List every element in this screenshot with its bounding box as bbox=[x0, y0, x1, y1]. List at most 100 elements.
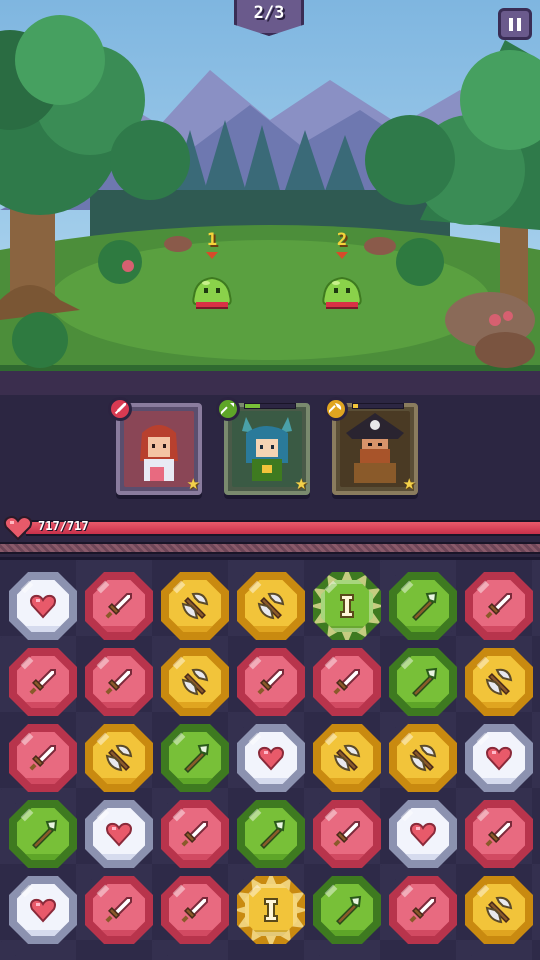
spear-icon bbox=[412, 667, 438, 697]
sword-gem[interactable] bbox=[313, 800, 381, 868]
sword-icon bbox=[105, 593, 132, 619]
star-icon: ★ bbox=[186, 475, 200, 493]
sword-icon bbox=[181, 821, 208, 847]
heart-gem[interactable] bbox=[237, 724, 305, 792]
sword-icon bbox=[105, 669, 132, 695]
sword-icon bbox=[105, 897, 132, 923]
sword-icon bbox=[485, 821, 512, 847]
hero-party: ★ ★ ★ bbox=[0, 395, 540, 515]
hero-card-spear[interactable]: ★ bbox=[216, 397, 310, 495]
shield-bar bbox=[0, 542, 540, 554]
spear-icon bbox=[412, 591, 438, 621]
heart-icon bbox=[486, 746, 512, 771]
axe-icon bbox=[324, 397, 348, 421]
player-health: 717/717 bbox=[0, 515, 540, 555]
sword-gem[interactable] bbox=[9, 648, 77, 716]
enemy-slime-1[interactable]: 1 bbox=[182, 230, 242, 316]
sword-icon bbox=[108, 397, 132, 421]
match3-board bbox=[0, 557, 540, 960]
sword-gem[interactable] bbox=[85, 648, 153, 716]
skill-charge-bar bbox=[352, 403, 404, 409]
skill-charge-bar bbox=[244, 403, 296, 409]
sword-icon bbox=[485, 593, 512, 619]
sword-gem[interactable] bbox=[9, 724, 77, 792]
sword-gem[interactable] bbox=[161, 876, 229, 944]
spear-gem[interactable] bbox=[237, 800, 305, 868]
axe-icon bbox=[333, 744, 361, 772]
enemy-hp-bar bbox=[196, 302, 228, 307]
axe-gem[interactable] bbox=[465, 876, 533, 944]
heart-gem[interactable] bbox=[85, 800, 153, 868]
spear-gem[interactable] bbox=[9, 800, 77, 868]
skill-charge-fill bbox=[245, 404, 260, 408]
red-haired-girl-icon bbox=[124, 411, 194, 487]
spear-icon bbox=[32, 819, 58, 849]
heart-gem[interactable] bbox=[389, 800, 457, 868]
sword-gem[interactable] bbox=[389, 876, 457, 944]
axe-gem[interactable] bbox=[237, 572, 305, 640]
sword-gem[interactable] bbox=[85, 572, 153, 640]
sword-icon bbox=[29, 669, 56, 695]
heart-gem[interactable] bbox=[9, 876, 77, 944]
axe-icon bbox=[485, 896, 513, 924]
skill-charge-fill bbox=[353, 404, 358, 408]
sword-icon bbox=[333, 821, 360, 847]
sword-gem[interactable] bbox=[465, 800, 533, 868]
enemy-number: 2 bbox=[336, 230, 348, 250]
spear-gem[interactable] bbox=[161, 724, 229, 792]
spear-gem[interactable] bbox=[313, 876, 381, 944]
sword-gem[interactable] bbox=[237, 648, 305, 716]
sword-gem[interactable] bbox=[465, 572, 533, 640]
heart-icon bbox=[106, 822, 132, 847]
heart-icon bbox=[258, 746, 284, 771]
axe-icon bbox=[257, 592, 285, 620]
axe-icon bbox=[181, 668, 209, 696]
axe-icon bbox=[181, 592, 209, 620]
axe-gem[interactable] bbox=[389, 724, 457, 792]
star-icon: ★ bbox=[402, 475, 416, 493]
hp-value: 717/717 bbox=[38, 519, 89, 533]
enemy-hp-bar bbox=[326, 302, 358, 307]
axe-icon bbox=[409, 744, 437, 772]
spear-gem[interactable] bbox=[389, 648, 457, 716]
special-icon bbox=[264, 898, 278, 922]
heart-gem[interactable] bbox=[9, 572, 77, 640]
heart-icon bbox=[30, 594, 56, 619]
battle-scene: 2/3 1 2 bbox=[0, 0, 540, 395]
pause-button[interactable] bbox=[498, 8, 532, 40]
hp-bar bbox=[26, 520, 540, 536]
axe-gem[interactable] bbox=[161, 572, 229, 640]
axe-gem[interactable] bbox=[313, 724, 381, 792]
spear-icon bbox=[184, 743, 210, 773]
sword-icon bbox=[409, 897, 436, 923]
spear-icon bbox=[336, 895, 362, 925]
enemy-slime-2[interactable]: 2 bbox=[312, 230, 372, 316]
spear-icon bbox=[260, 819, 286, 849]
forest-background bbox=[0, 0, 540, 395]
target-arrow-icon bbox=[336, 252, 348, 259]
heart-gem[interactable] bbox=[465, 724, 533, 792]
heart-icon bbox=[30, 898, 56, 923]
hero-card-axe[interactable]: ★ bbox=[324, 397, 418, 495]
sword-gem[interactable] bbox=[161, 800, 229, 868]
spear-gem[interactable] bbox=[389, 572, 457, 640]
sword-icon bbox=[181, 897, 208, 923]
pirate-captain-icon bbox=[340, 411, 410, 487]
sword-icon bbox=[29, 745, 56, 771]
spear-special-gem[interactable] bbox=[313, 572, 381, 640]
hero-card-sword[interactable]: ★ bbox=[108, 397, 202, 495]
axe-gem[interactable] bbox=[85, 724, 153, 792]
axe-special-gem[interactable] bbox=[237, 876, 305, 944]
axe-gem[interactable] bbox=[161, 648, 229, 716]
enemy-number: 1 bbox=[206, 230, 218, 250]
blue-haired-cat-girl-icon bbox=[232, 411, 302, 487]
sword-icon bbox=[257, 669, 284, 695]
sword-gem[interactable] bbox=[85, 876, 153, 944]
pause-icon bbox=[509, 17, 513, 31]
axe-gem[interactable] bbox=[465, 648, 533, 716]
axe-icon bbox=[105, 744, 133, 772]
axe-icon bbox=[485, 668, 513, 696]
heart-icon bbox=[410, 822, 436, 847]
sword-gem[interactable] bbox=[313, 648, 381, 716]
sword-icon bbox=[333, 669, 360, 695]
